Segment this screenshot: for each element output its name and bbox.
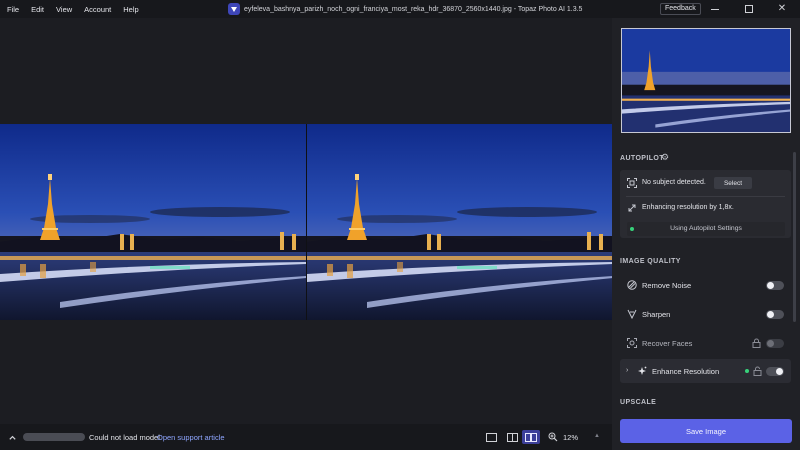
sharpen-label: Sharpen xyxy=(642,310,671,319)
no-subject-text: No subject detected. xyxy=(642,179,706,186)
menu-edit[interactable]: Edit xyxy=(31,5,44,14)
image-quality-heading: IMAGE QUALITY xyxy=(620,258,681,265)
sharpen-toggle[interactable] xyxy=(766,310,784,319)
window-title: eyfeleva_bashnya_parizh_noch_ogni_franci… xyxy=(228,0,582,18)
menu-bar: File Edit View Account Help xyxy=(0,5,151,14)
split-view-icon[interactable] xyxy=(503,430,521,444)
feedback-button[interactable]: Feedback xyxy=(660,3,701,15)
topaz-logo-icon xyxy=(228,3,240,15)
recover-faces-label: Recover Faces xyxy=(642,339,693,348)
expand-arrows-icon xyxy=(627,203,637,213)
chevron-right-icon[interactable]: › xyxy=(626,367,628,374)
original-preview[interactable] xyxy=(0,124,306,320)
autopilot-separator xyxy=(626,196,785,197)
enhance-resolution-toggle[interactable] xyxy=(766,367,784,376)
subject-detect-icon xyxy=(627,178,637,188)
autopilot-settings-button[interactable]: Using Autopilot Settings xyxy=(627,222,785,236)
autopilot-settings-label: Using Autopilot Settings xyxy=(670,225,742,232)
menu-view[interactable]: View xyxy=(56,5,72,14)
image-canvas[interactable] xyxy=(0,18,613,424)
side-by-side-view-icon[interactable] xyxy=(522,430,540,444)
title-bar: File Edit View Account Help eyfeleva_bas… xyxy=(0,0,800,18)
support-article-link[interactable]: Open support article xyxy=(157,433,225,442)
menu-file[interactable]: File xyxy=(7,5,19,14)
remove-noise-label: Remove Noise xyxy=(642,281,692,290)
enhance-resolution-label: Enhance Resolution xyxy=(652,367,720,376)
sparkle-icon xyxy=(638,366,647,375)
panel-scrollbar[interactable] xyxy=(793,152,796,322)
select-subject-button[interactable]: Select xyxy=(714,177,752,189)
status-bar: Could not load model Open support articl… xyxy=(0,424,612,450)
menu-help[interactable]: Help xyxy=(123,5,138,14)
autopilot-card: No subject detected. Select Enhancing re… xyxy=(620,170,791,238)
zoom-caret-icon[interactable]: ▲ xyxy=(594,433,600,439)
window-title-text: eyfeleva_bashnya_parizh_noch_ogni_franci… xyxy=(244,5,583,13)
enhance-resolution-row[interactable]: › Enhance Resolution xyxy=(620,359,791,383)
noise-icon xyxy=(627,280,637,290)
remove-noise-toggle[interactable] xyxy=(766,281,784,290)
lock-icon[interactable] xyxy=(752,338,761,348)
maximize-icon[interactable] xyxy=(731,0,767,18)
paris-night-image xyxy=(0,124,306,320)
remove-noise-row[interactable]: Remove Noise xyxy=(620,273,791,297)
recover-faces-toggle[interactable] xyxy=(766,339,784,348)
status-message: Could not load model xyxy=(89,433,160,442)
save-image-button[interactable]: Save Image xyxy=(620,419,792,443)
face-scan-icon xyxy=(627,338,637,348)
minimize-icon[interactable] xyxy=(697,0,733,18)
right-panel: AUTOPILOT ⚙ No subject detected. Select … xyxy=(612,18,800,450)
enhancing-resolution-text: Enhancing resolution by 1,8x. xyxy=(642,204,734,211)
upscale-heading: UPSCALE xyxy=(620,399,657,406)
paris-night-image-enhanced xyxy=(307,124,613,320)
enhanced-preview[interactable] xyxy=(307,124,613,320)
gear-icon[interactable]: ⚙ xyxy=(661,153,669,162)
close-icon[interactable]: ✕ xyxy=(764,0,800,18)
navigator-image xyxy=(622,29,790,132)
unlock-icon[interactable] xyxy=(753,366,762,376)
sharpen-row[interactable]: Sharpen xyxy=(620,302,791,326)
autopilot-heading: AUTOPILOT xyxy=(620,155,664,162)
sharpen-icon xyxy=(627,309,637,319)
enhance-status-dot-icon xyxy=(745,369,749,373)
navigator-thumbnail[interactable] xyxy=(621,28,791,133)
menu-account[interactable]: Account xyxy=(84,5,111,14)
model-progress-bar xyxy=(23,433,85,441)
recover-faces-row[interactable]: Recover Faces xyxy=(620,331,791,355)
zoom-level[interactable]: 12% xyxy=(563,433,578,442)
single-view-icon[interactable] xyxy=(482,430,500,444)
chevron-up-icon[interactable] xyxy=(7,432,17,442)
zoom-icon[interactable] xyxy=(548,432,558,442)
